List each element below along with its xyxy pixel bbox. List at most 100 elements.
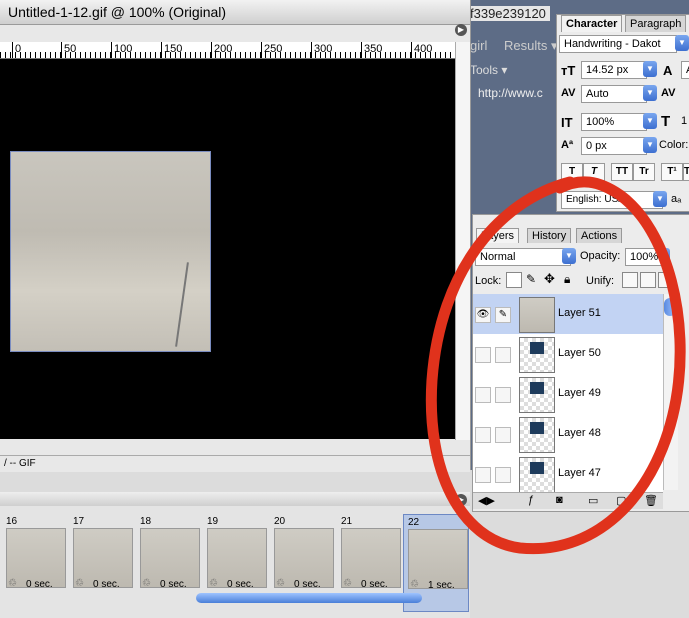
frame-delay[interactable]: 0 sec. xyxy=(160,579,187,590)
layer-row[interactable]: Layer 47 xyxy=(473,454,663,495)
faux-italic-button[interactable]: T xyxy=(583,163,605,181)
font-size-icon: ᴛT xyxy=(561,63,576,78)
browser-address[interactable]: http://www.c xyxy=(478,86,543,100)
document-title-bar[interactable]: Untitled-1-12.gif @ 100% (Original) xyxy=(0,0,470,25)
chevron-down-icon[interactable]: ▼ xyxy=(660,248,670,264)
frame-disposal-icon[interactable]: ♲ xyxy=(276,578,285,589)
frame-disposal-icon[interactable]: ♲ xyxy=(8,578,17,589)
animation-frame[interactable]: 18 ♲ 0 sec. xyxy=(136,514,200,610)
tab-character[interactable]: Character xyxy=(561,15,623,32)
language-select[interactable]: English: USA xyxy=(561,191,663,209)
visibility-toggle[interactable] xyxy=(475,387,491,403)
unify-position-icon[interactable] xyxy=(622,272,638,288)
layer-row[interactable]: Layer 48 xyxy=(473,414,663,455)
anti-alias-icon[interactable]: aₐ xyxy=(671,193,681,205)
new-group-icon[interactable]: ▭ xyxy=(588,494,598,507)
chevron-down-icon[interactable]: ▼ xyxy=(653,191,667,207)
animation-panel-header[interactable] xyxy=(0,492,470,506)
layers-vertical-scrollbar[interactable] xyxy=(663,294,678,490)
frame-delay[interactable]: 0 sec. xyxy=(294,579,321,590)
browser-results-menu[interactable]: Results ▾ xyxy=(504,38,558,54)
layer-row[interactable]: Layer 50 xyxy=(473,334,663,375)
lock-position-icon[interactable]: ✥ xyxy=(544,271,555,287)
format-status[interactable]: / -- GIF xyxy=(4,458,36,469)
frame-delay[interactable]: 0 sec. xyxy=(361,579,388,590)
unify-style-icon[interactable] xyxy=(658,272,674,288)
frame-delay[interactable]: 0 sec. xyxy=(227,579,254,590)
unify-visibility-icon[interactable] xyxy=(640,272,656,288)
frame-disposal-icon[interactable]: ♲ xyxy=(142,578,151,589)
lock-all-icon[interactable]: 🔒︎ xyxy=(564,272,570,287)
frame-disposal-icon[interactable]: ♲ xyxy=(343,578,352,589)
kerning-field[interactable]: AV xyxy=(661,87,675,99)
tab-actions[interactable]: Actions xyxy=(576,228,623,243)
frame-disposal-icon[interactable]: ♲ xyxy=(75,578,84,589)
blend-mode-select[interactable]: Normal xyxy=(475,248,571,266)
link-toggle[interactable] xyxy=(495,387,511,403)
ruler-label: 100 xyxy=(114,43,133,55)
eye-icon[interactable]: 👁︎ xyxy=(475,307,491,323)
brush-icon[interactable]: ✎ xyxy=(495,307,511,323)
animation-menu-arrow-icon[interactable]: ▶ xyxy=(455,494,467,506)
lock-transparency-icon[interactable] xyxy=(506,272,522,288)
chevron-down-icon[interactable]: ▼ xyxy=(643,85,657,101)
ruler-label: 150 xyxy=(164,43,183,55)
browser-tools-menu[interactable]: Tools ▾ xyxy=(470,63,507,77)
chevron-down-icon[interactable]: ▼ xyxy=(675,35,689,51)
layer-mask-icon[interactable]: ◙ xyxy=(556,494,563,506)
panel-menu-arrow-icon[interactable]: ▶ xyxy=(455,24,467,36)
baseline-shift-field[interactable]: 0 px xyxy=(581,137,647,155)
layer-row[interactable]: Layer 49 xyxy=(473,374,663,415)
new-layer-icon[interactable]: ▢ xyxy=(616,494,626,507)
font-size-field[interactable]: 14.52 px xyxy=(581,61,647,79)
concrete-texture-image[interactable] xyxy=(10,151,211,352)
layer-name[interactable]: Layer 49 xyxy=(558,387,601,399)
link-layers-icon[interactable]: ◀▶ xyxy=(478,494,495,507)
layer-name[interactable]: Layer 48 xyxy=(558,427,601,439)
small-caps-button[interactable]: Tr xyxy=(633,163,655,181)
lock-brush-icon[interactable]: ✎ xyxy=(526,272,536,286)
link-toggle[interactable] xyxy=(495,467,511,483)
subscript-button[interactable]: T xyxy=(683,163,689,181)
layer-name[interactable]: Layer 50 xyxy=(558,347,601,359)
layer-row[interactable]: 👁︎ ✎ Layer 51 xyxy=(473,294,663,335)
font-family-select[interactable]: Handwriting - Dakot xyxy=(559,35,677,53)
tab-paragraph[interactable]: Paragraph xyxy=(625,15,687,32)
faux-bold-button[interactable]: T xyxy=(561,163,583,181)
frame-delay[interactable]: 1 sec. xyxy=(428,580,455,591)
visibility-toggle[interactable] xyxy=(475,467,491,483)
animation-horizontal-scrollbar[interactable] xyxy=(196,593,422,603)
animation-frame[interactable]: 16 ♲ 0 sec. xyxy=(2,514,66,610)
ruler-label: 400 xyxy=(414,43,433,55)
leading-field[interactable]: A xyxy=(681,61,689,79)
frame-delay[interactable]: 0 sec. xyxy=(93,579,120,590)
visibility-toggle[interactable] xyxy=(475,347,491,363)
chevron-down-icon[interactable]: ▼ xyxy=(643,61,657,77)
layer-name[interactable]: Layer 47 xyxy=(558,467,601,479)
chevron-down-icon[interactable]: ▼ xyxy=(643,137,657,153)
tracking-field[interactable]: Auto xyxy=(581,85,647,103)
trash-icon[interactable]: 🗑︎ xyxy=(644,494,658,507)
frame-delay[interactable]: 0 sec. xyxy=(26,579,53,590)
horizontal-scale-field[interactable]: 1 xyxy=(681,115,687,127)
frame-disposal-icon[interactable]: ♲ xyxy=(410,579,419,590)
layers-scroll-thumb[interactable] xyxy=(664,298,676,316)
frame-disposal-icon[interactable]: ♲ xyxy=(209,578,218,589)
thumbnail-figure xyxy=(530,422,544,434)
all-caps-button[interactable]: TT xyxy=(611,163,633,181)
layer-thumbnail xyxy=(519,337,555,373)
vertical-scale-field[interactable]: 100% xyxy=(581,113,647,131)
animation-frame[interactable]: 17 ♲ 0 sec. xyxy=(69,514,133,610)
layer-style-icon[interactable]: ƒ xyxy=(528,494,534,506)
tab-history[interactable]: History xyxy=(527,228,572,243)
link-toggle[interactable] xyxy=(495,347,511,363)
tab-layers[interactable]: Layers xyxy=(476,228,520,243)
layer-name[interactable]: Layer 51 xyxy=(558,307,601,319)
chevron-down-icon[interactable]: ▼ xyxy=(643,113,657,129)
chevron-down-icon[interactable]: ▼ xyxy=(562,248,576,264)
opacity-field[interactable]: 100% xyxy=(625,248,665,266)
superscript-button[interactable]: T¹ xyxy=(661,163,683,181)
link-toggle[interactable] xyxy=(495,427,511,443)
visibility-toggle[interactable] xyxy=(475,427,491,443)
document-vertical-scrollbar[interactable] xyxy=(455,42,470,440)
